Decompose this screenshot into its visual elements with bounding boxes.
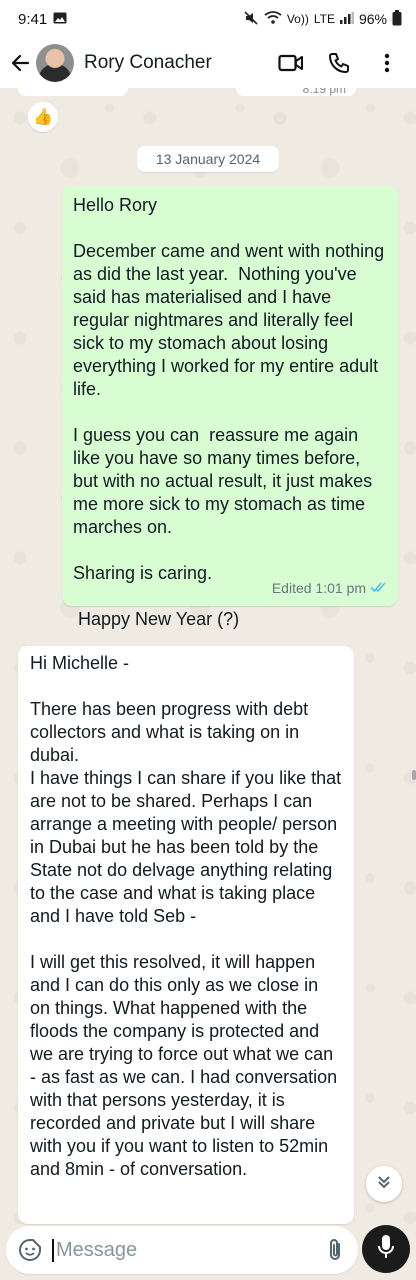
double-check-read-icon	[370, 577, 388, 600]
scroll-to-bottom-button[interactable]	[366, 1166, 402, 1202]
more-options-icon[interactable]	[374, 50, 400, 76]
thumbs-up-reaction[interactable]: 👍	[28, 102, 58, 132]
battery-icon	[392, 9, 402, 29]
attach-icon[interactable]	[321, 1236, 349, 1264]
message-meta: Edited 1:01 pm	[272, 577, 388, 600]
video-call-icon[interactable]	[278, 50, 304, 76]
emoji-sticker-icon[interactable]	[18, 1236, 42, 1264]
back-arrow-icon[interactable]	[8, 51, 32, 75]
contact-name[interactable]: Rory Conacher	[84, 52, 278, 74]
status-bar: 9:41 Vo)) LTE 96%	[0, 0, 416, 38]
message-composer	[6, 1226, 391, 1274]
signal-icon	[339, 11, 354, 27]
outgoing-message-text: Hello Rory December came and went with n…	[73, 195, 385, 629]
incoming-message-bubble[interactable]: Hi Michelle - There has been progress wi…	[18, 646, 354, 1224]
phone-icon[interactable]	[326, 50, 352, 76]
battery-percentage: 96%	[358, 11, 387, 27]
outgoing-message-bubble[interactable]: Hello Rory December came and went with n…	[62, 186, 398, 629]
volte-indicator: Vo))	[286, 12, 309, 26]
network-type: LTE	[313, 12, 335, 26]
date-separator: 13 January 2024	[137, 146, 279, 172]
previous-message-time: 8:19 pm	[302, 88, 346, 96]
chat-header: Rory Conacher	[0, 38, 416, 88]
contact-avatar[interactable]	[36, 44, 74, 82]
previous-incoming-bubble	[18, 88, 128, 96]
previous-messages: 8:19 pm	[0, 88, 416, 100]
status-time: 9:41	[18, 10, 48, 28]
wifi-icon	[264, 10, 282, 28]
scrollbar-thumb[interactable]	[412, 770, 416, 780]
voice-message-button[interactable]	[362, 1225, 410, 1273]
gallery-notification-icon	[53, 11, 67, 28]
edited-timestamp: Edited 1:01 pm	[271, 580, 366, 596]
mute-icon	[243, 10, 259, 29]
message-input[interactable]	[52, 1238, 321, 1262]
double-chevron-down-icon	[376, 1174, 392, 1195]
incoming-message-text: Hi Michelle - There has been progress wi…	[30, 653, 342, 1179]
mic-icon	[377, 1234, 395, 1265]
